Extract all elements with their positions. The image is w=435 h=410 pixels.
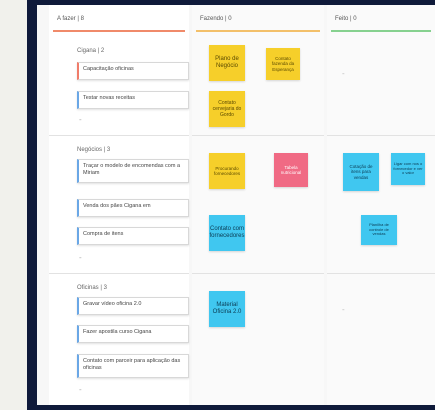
column-feito: Feito | 0 - Cotação de itens para vendas… — [327, 5, 435, 405]
sticky-note[interactable]: Procurando fornecedores — [209, 153, 245, 189]
sticky-note[interactable]: Cotação de itens para vendas — [343, 153, 379, 191]
empty-lane-marker: - — [342, 305, 345, 314]
column-accent-line — [331, 30, 431, 32]
sticky-note[interactable]: Plano de Negócio — [209, 45, 245, 81]
lane-title-negocios[interactable]: Negócios | 3 — [77, 147, 110, 153]
column-fazendo: Fazendo | 0 Plano de Negócio Contato faz… — [192, 5, 324, 405]
column-accent-line — [53, 30, 185, 32]
column-accent-line — [196, 30, 320, 32]
card[interactable]: Compra de itens — [77, 227, 189, 245]
empty-lane-marker: - — [342, 69, 345, 78]
card[interactable]: Gravar vídeo oficina 2.0 — [77, 297, 189, 315]
presentation-frame: A fazer | 8 Cigana | 2 Capacitação ofici… — [27, 0, 435, 410]
lane-divider — [327, 273, 435, 274]
add-card-marker[interactable]: - — [79, 253, 82, 262]
card[interactable]: Traçar o modelo de encomendas com a Miri… — [77, 159, 189, 183]
card[interactable]: Testar novas receitas — [77, 91, 189, 109]
sticky-note[interactable]: Ligar com nos o fornecedor e ver o valor — [391, 153, 425, 185]
column-header: Fazendo | 0 — [200, 16, 232, 22]
lane-title-cigana[interactable]: Cigana | 2 — [77, 48, 104, 54]
sticky-note[interactable]: Contato fazenda da Esperança — [266, 48, 300, 80]
sticky-note[interactable]: Contato com fornecedores — [209, 215, 245, 251]
card[interactable]: Capacitação oficinas — [77, 62, 189, 80]
lane-divider — [49, 273, 189, 274]
sticky-note[interactable]: Contato cervejaria do Gordo — [209, 91, 245, 127]
sticky-note[interactable]: Material Oficina 2.0 — [209, 291, 245, 327]
lane-divider — [192, 273, 324, 274]
card[interactable]: Contato com parceir para aplicação das o… — [77, 354, 189, 378]
lane-divider — [49, 135, 189, 136]
lane-title-oficinas[interactable]: Oficinas | 3 — [77, 285, 107, 291]
sticky-note[interactable]: Planilha de controle de vendas — [361, 215, 397, 245]
lane-divider — [192, 135, 324, 136]
column-a-fazer: A fazer | 8 Cigana | 2 Capacitação ofici… — [49, 5, 189, 405]
kanban-board: A fazer | 8 Cigana | 2 Capacitação ofici… — [37, 5, 435, 405]
sticky-note[interactable]: Tabela nutricional — [274, 153, 308, 187]
add-card-marker[interactable]: - — [79, 385, 82, 394]
column-header: Feito | 0 — [335, 16, 357, 22]
lane-divider — [327, 135, 435, 136]
column-header: A fazer | 8 — [57, 16, 84, 22]
card[interactable]: Venda dos pães Cigana em — [77, 199, 189, 217]
add-card-marker[interactable]: - — [79, 115, 82, 124]
card[interactable]: Fazer apostila curso Cigana — [77, 325, 189, 343]
